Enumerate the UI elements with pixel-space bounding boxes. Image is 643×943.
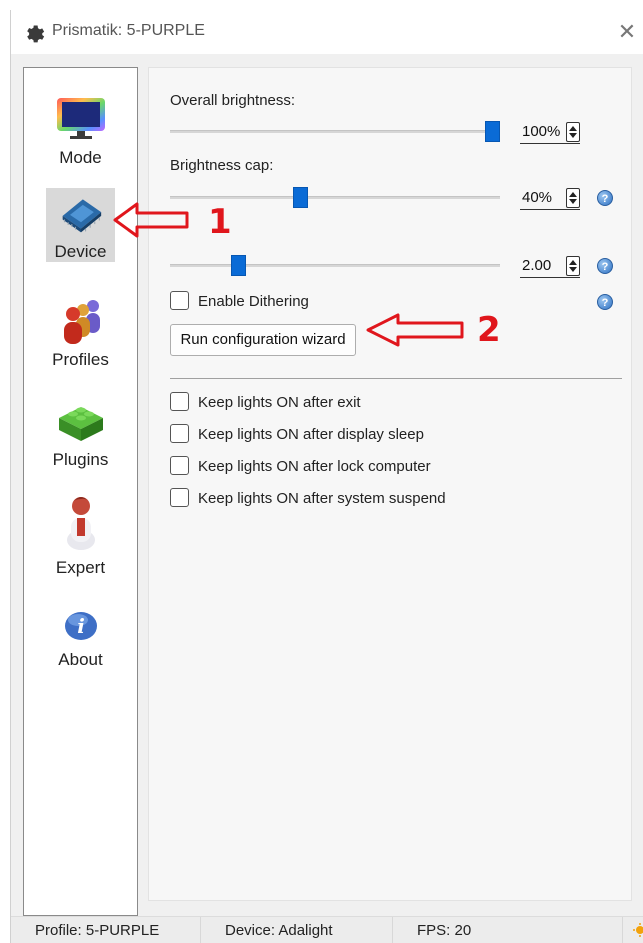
sidebar-item-profiles[interactable]: Profiles [24,296,137,370]
title-bar: Prismatik: 5-PURPLE ✕ [11,10,643,54]
brightness-cap-slider[interactable] [170,196,500,199]
sidebar: Mode Device Profiles Plugins Expert i Ab… [23,67,138,916]
keep-lights-lock-label: Keep lights ON after lock computer [198,458,431,475]
brightness-cap-spinbox[interactable]: 40% [520,186,580,210]
close-icon: ✕ [617,19,637,44]
annotation-number-2: 2 [477,310,501,350]
sidebar-item-mode[interactable]: Mode [24,94,137,168]
spin-arrows-icon[interactable] [566,188,580,208]
chip-icon [62,199,101,233]
brightness-cap-handle[interactable] [293,187,308,208]
overall-brightness-spinbox[interactable]: 100% [520,120,580,144]
help-icon[interactable]: ? [597,258,613,274]
brightness-cap-value: 40% [522,189,553,206]
sidebar-item-plugins[interactable]: Plugins [24,396,137,470]
enable-dithering-label: Enable Dithering [198,293,309,310]
keep-lights-exit-checkbox[interactable] [170,392,189,411]
sidebar-item-label: About [58,650,103,669]
gamma-value: 2.00 [522,257,552,274]
sidebar-item-expert[interactable]: Expert [24,492,137,578]
keep-lights-suspend-checkbox[interactable] [170,488,189,507]
keep-lights-suspend-label: Keep lights ON after system suspend [198,490,446,507]
annotation-number-1: 1 [208,202,232,242]
spin-arrows-icon[interactable] [566,256,580,276]
overall-brightness-handle[interactable] [485,121,500,142]
device-settings-panel: Overall brightness: 100% Brightness cap:… [148,67,632,901]
gamma-slider[interactable] [170,264,500,267]
status-bar: Profile: 5-PURPLE Device: Adalight FPS: … [11,916,643,943]
overall-brightness-label: Overall brightness: [170,92,296,109]
svg-text:i: i [77,614,85,638]
overall-brightness-slider[interactable] [170,130,500,133]
info-icon: i [64,612,97,640]
annotation-arrow-2 [366,313,464,347]
keep-lights-display-sleep-label: Keep lights ON after display sleep [198,426,424,443]
gear-icon [27,25,45,43]
enable-dithering-checkbox[interactable] [170,291,189,310]
annotation-arrow-1 [113,202,189,238]
sun-status-icon [633,923,643,937]
status-device: Device: Adalight [201,917,393,943]
keep-lights-display-sleep-checkbox[interactable] [170,424,189,443]
app-window: Prismatik: 5-PURPLE ✕ Mode Device Profil… [10,10,643,943]
spin-arrows-icon[interactable] [566,122,580,142]
help-icon[interactable]: ? [597,190,613,206]
status-fps: FPS: 20 [393,917,623,943]
brightness-cap-label: Brightness cap: [170,157,274,174]
sidebar-item-about[interactable]: i About [24,608,137,670]
window-title: Prismatik: 5-PURPLE [52,22,205,39]
keep-lights-lock-checkbox[interactable] [170,456,189,475]
expert-figure-icon [66,497,95,550]
sidebar-item-label: Mode [59,148,102,167]
people-icon [63,300,100,344]
overall-brightness-value: 100% [522,123,561,140]
run-configuration-wizard-button[interactable]: Run configuration wizard [170,324,356,356]
help-icon[interactable]: ? [597,294,613,310]
gamma-handle[interactable] [231,255,246,276]
gamma-spinbox[interactable]: 2.00 [520,254,580,278]
close-button[interactable]: ✕ [614,19,640,45]
lego-brick-icon [58,407,103,441]
keep-lights-exit-label: Keep lights ON after exit [198,394,361,411]
monitor-rainbow-icon [56,98,105,139]
sidebar-item-label: Plugins [52,450,109,469]
sidebar-item-label: Device [54,242,107,261]
status-profile: Profile: 5-PURPLE [11,917,201,943]
section-divider [170,378,622,379]
sidebar-item-label: Profiles [52,350,109,369]
sidebar-item-label: Expert [55,558,106,577]
